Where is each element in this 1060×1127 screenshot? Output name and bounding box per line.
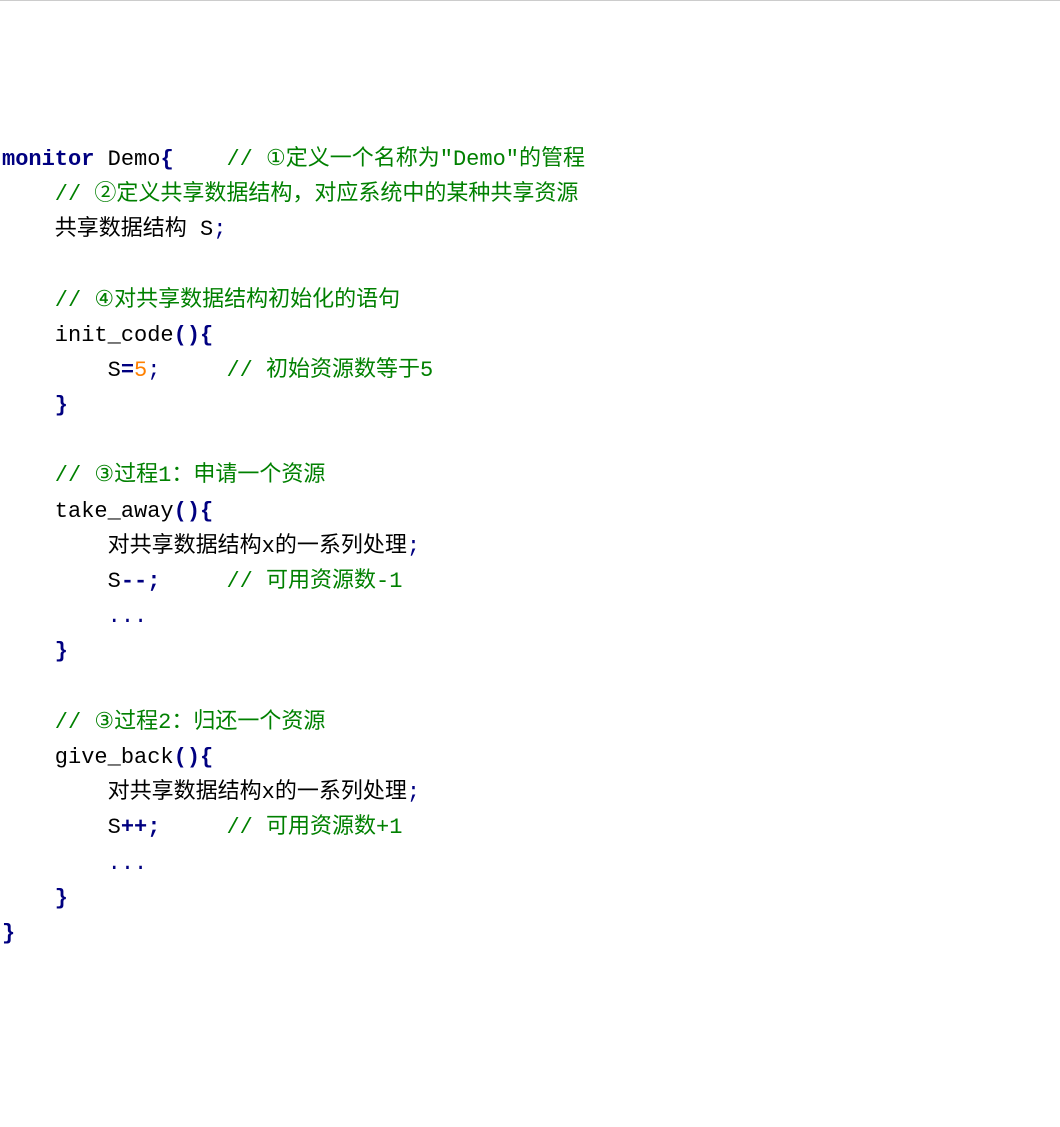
brace-close: } <box>2 639 68 664</box>
brace-open: { <box>160 147 173 172</box>
parens: () <box>174 499 200 524</box>
var-s: S <box>2 358 121 383</box>
brace-open: { <box>200 745 213 770</box>
comment-line5: // ④对共享数据结构初始化的语句 <box>2 288 400 313</box>
semicolon: ; <box>213 217 226 242</box>
semicolon: ; <box>147 358 160 383</box>
var-s: S <box>2 569 121 594</box>
increment-op: ++; <box>121 815 161 840</box>
brace-open: { <box>200 323 213 348</box>
comment-line17: // ③过程2：归还一个资源 <box>2 710 325 735</box>
function-takeaway: take_away <box>2 499 174 524</box>
ellipsis: ... <box>2 604 147 629</box>
brace-close-final: } <box>2 921 15 946</box>
keyword-monitor: monitor <box>2 147 94 172</box>
comment-line7: // 初始资源数等于5 <box>160 358 433 383</box>
semicolon: ; <box>407 780 420 805</box>
brace-close: } <box>2 393 68 418</box>
function-initcode: init_code <box>2 323 174 348</box>
number-5: 5 <box>134 358 147 383</box>
text-line3: 共享数据结构 S <box>2 217 213 242</box>
comment-line13: // 可用资源数-1 <box>160 569 402 594</box>
brace-open: { <box>200 499 213 524</box>
text-line12: 对共享数据结构x的一系列处理 <box>2 534 407 559</box>
var-s: S <box>2 815 121 840</box>
comment-line20: // 可用资源数+1 <box>160 815 402 840</box>
function-giveback: give_back <box>2 745 174 770</box>
brace-close: } <box>2 886 68 911</box>
parens: () <box>174 323 200 348</box>
code-block: monitor Demo{ // ①定义一个名称为"Demo"的管程 // ②定… <box>0 142 1060 951</box>
parens: () <box>174 745 200 770</box>
comment-line10: // ③过程1：申请一个资源 <box>2 463 325 488</box>
identifier-demo: Demo <box>94 147 160 172</box>
decrement-op: --; <box>121 569 161 594</box>
text-line19: 对共享数据结构x的一系列处理 <box>2 780 407 805</box>
ellipsis: ... <box>2 851 147 876</box>
comment-line1: // ①定义一个名称为"Demo"的管程 <box>174 147 585 172</box>
semicolon: ; <box>407 534 420 559</box>
equals-op: = <box>121 358 134 383</box>
comment-line2: // ②定义共享数据结构，对应系统中的某种共享资源 <box>2 182 578 207</box>
